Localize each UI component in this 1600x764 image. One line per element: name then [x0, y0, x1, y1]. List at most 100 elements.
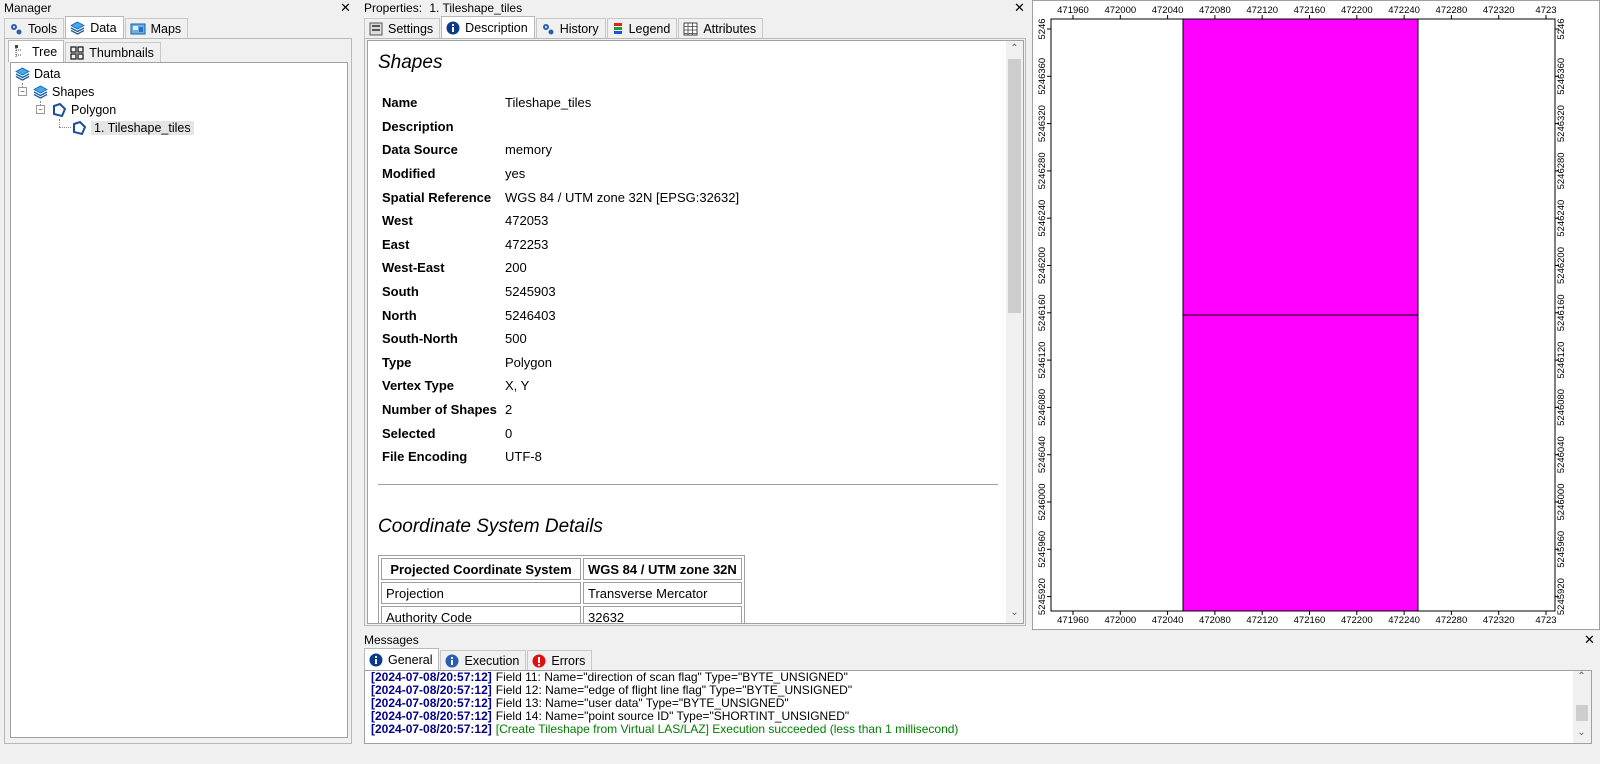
grid-icon: [70, 45, 84, 60]
tab-maps[interactable]: Maps: [124, 18, 189, 38]
tab-execution[interactable]: Execution: [440, 650, 527, 670]
message-log[interactable]: [2024-07-08/20:57:12] Field 11: Name="dir…: [364, 670, 1592, 744]
info-icon: [446, 21, 460, 35]
scroll-down-icon[interactable]: ⌄: [1573, 727, 1590, 738]
map-panel: 471960 472000 472040 472080 472120 472160 4722…: [1032, 0, 1600, 630]
property-row: South-North 500: [378, 327, 743, 351]
property-key: Spatial Reference: [382, 189, 492, 205]
tab-description[interactable]: Description: [441, 16, 535, 38]
tab-label: Thumbnails: [89, 45, 154, 60]
tab-label: Maps: [150, 21, 182, 36]
tab-label: General: [388, 652, 433, 667]
property-row: North 5246403: [378, 303, 743, 327]
collapse-toggle[interactable]: −: [18, 87, 27, 96]
x-tick-label: 472240: [1388, 615, 1420, 626]
tree-item-data[interactable]: Data: [15, 65, 60, 83]
x-tick-label: 472320: [1483, 5, 1515, 16]
scroll-up-icon[interactable]: ⌃: [1006, 43, 1023, 54]
tab-label: Tree: [32, 44, 58, 59]
property-value: 472053: [505, 213, 549, 229]
x-tick-label: 472280: [1436, 5, 1468, 16]
message-timestamp: [2024-07-08/20:57:12]: [371, 722, 492, 736]
data-tree[interactable]: − − Data Shapes Polygon 1. Tileshape_til…: [10, 62, 348, 738]
tree-item-label: Shapes: [52, 85, 95, 99]
tree-item-polygon[interactable]: Polygon: [51, 101, 116, 119]
tab-tree[interactable]: Tree: [8, 40, 65, 62]
tab-label: History: [559, 21, 599, 36]
property-value: Polygon: [505, 354, 552, 370]
tab-legend[interactable]: Legend: [606, 18, 678, 38]
x-tick-label: 4723: [1535, 5, 1556, 16]
description-view: Shapes Name Tileshape_tiles Description Dat…: [367, 40, 1024, 624]
vertical-scrollbar[interactable]: ⌃ ⌄: [1006, 41, 1023, 623]
y-tick-label: 5246040: [1037, 436, 1048, 473]
property-key: Name: [382, 95, 418, 111]
collapse-toggle[interactable]: −: [36, 105, 45, 114]
property-key: East: [382, 236, 410, 252]
tab-attributes[interactable]: Attributes: [678, 18, 764, 38]
map-canvas[interactable]: 471960 472000 472040 472080 472120 472160 4722…: [1033, 1, 1599, 629]
tree-item-tileshape-tiles[interactable]: 1. Tileshape_tiles: [71, 119, 194, 137]
tree-icon: [13, 44, 27, 59]
tab-data[interactable]: Data: [65, 16, 124, 38]
cs-cell: Authority Code: [381, 606, 581, 623]
property-key: North: [382, 307, 417, 323]
y-tick-label: 5246200: [1037, 247, 1048, 284]
messages-title: Messages: [364, 633, 419, 647]
scroll-down-icon[interactable]: ⌄: [1006, 607, 1023, 618]
x-tick-label: 472160: [1294, 5, 1326, 16]
x-tick-label: 4723: [1535, 615, 1556, 626]
property-key: Modified: [382, 166, 436, 182]
x-tick-label: 472200: [1341, 5, 1373, 16]
scroll-thumb[interactable]: [1008, 59, 1021, 313]
y-tick-label: 5245960: [1556, 531, 1567, 568]
x-tick-label: 472040: [1152, 615, 1184, 626]
tab-general[interactable]: General: [364, 648, 440, 670]
coordinate-system-title: Coordinate System Details: [378, 516, 603, 537]
layers-icon: [33, 85, 48, 99]
property-key: South: [382, 284, 419, 300]
layers-icon: [70, 21, 86, 35]
tab-tools[interactable]: Tools: [4, 18, 65, 38]
x-tick-label: 472240: [1388, 5, 1420, 16]
tile-polygon[interactable]: [1182, 314, 1419, 612]
x-tick-label: 472080: [1199, 5, 1231, 16]
scroll-thumb[interactable]: [1576, 705, 1588, 721]
messages-panel: Messages ✕ General Execution Errors [202…: [360, 632, 1600, 748]
property-row: Number of Shapes 2: [378, 398, 743, 422]
coordinate-system-table: Projected Coordinate System WGS 84 / UTM…: [378, 555, 745, 623]
scroll-up-icon[interactable]: ⌃: [1573, 671, 1590, 682]
close-icon[interactable]: ✕: [1584, 632, 1595, 648]
close-icon[interactable]: ✕: [340, 0, 351, 16]
tab-history[interactable]: History: [535, 18, 606, 38]
settings-icon: [369, 22, 383, 36]
tree-item-label: 1. Tileshape_tiles: [91, 121, 194, 135]
tab-label: Legend: [628, 21, 671, 36]
y-tick-label: 5246160: [1556, 294, 1567, 331]
message-text: Field 13: Name="user data" Type="BYTE_UN…: [495, 696, 789, 710]
tab-thumbnails[interactable]: Thumbnails: [65, 42, 161, 62]
property-row: Description: [378, 115, 743, 139]
message-line: [2024-07-08/20:57:12] [Create Tileshape f…: [371, 723, 958, 736]
x-tick-label: 472120: [1246, 615, 1278, 626]
x-tick-label: 472120: [1246, 5, 1278, 16]
close-icon[interactable]: ✕: [1014, 0, 1025, 16]
tree-item-shapes[interactable]: Shapes: [33, 83, 94, 101]
error-icon: [532, 654, 546, 668]
message-timestamp: [2024-07-08/20:57:12]: [371, 683, 492, 697]
tab-label: Errors: [551, 653, 586, 668]
y-tick-label: 5246120: [1037, 342, 1048, 379]
property-row: West-East 200: [378, 256, 743, 280]
property-key: Vertex Type: [382, 378, 455, 394]
tab-label: Execution: [464, 653, 520, 668]
y-tick-label: 5245920: [1037, 578, 1048, 615]
properties-panel: Properties: 1. Tileshape_tiles ✕ Setting…: [360, 0, 1030, 630]
tab-settings[interactable]: Settings: [364, 18, 441, 38]
tab-errors[interactable]: Errors: [527, 650, 593, 670]
message-timestamp: [2024-07-08/20:57:12]: [371, 696, 492, 710]
tree-item-label: Polygon: [71, 103, 117, 117]
x-tick-label: 472200: [1341, 615, 1373, 626]
manager-title: Manager: [4, 1, 52, 15]
vertical-scrollbar[interactable]: ⌃ ⌄: [1573, 671, 1591, 743]
tile-polygon[interactable]: [1182, 18, 1419, 316]
